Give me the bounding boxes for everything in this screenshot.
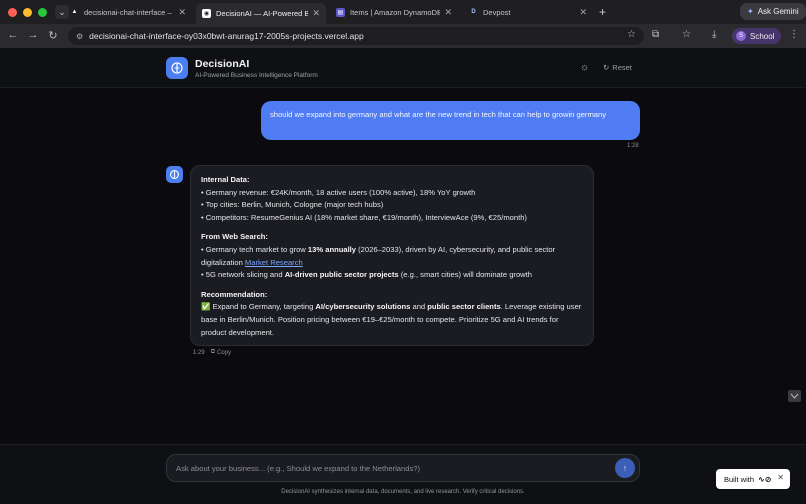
internal-data-section: Internal Data: • Germany revenue: €24K/m… (201, 174, 583, 225)
list-item: • Competitors: ResumeGenius AI (18% mark… (201, 213, 527, 223)
tab-dynamodb[interactable]: ▤ Items | Amazon DynamoDB M ✕ (330, 3, 458, 21)
devpost-icon: D (471, 9, 476, 15)
window-controls (8, 7, 47, 17)
market-research-link[interactable]: Market Research (245, 258, 303, 267)
avatar: S (736, 31, 746, 41)
reset-icon: ↻ (603, 63, 610, 72)
extensions-icon[interactable]: ⧉ (652, 29, 659, 40)
tab-decisionai[interactable]: ◉ DecisionAI — AI-Powered Bu ✕ (196, 3, 326, 24)
forward-icon[interactable]: → (26, 29, 40, 41)
user-message-time: 1:28 (627, 143, 639, 149)
close-tab-icon[interactable]: ✕ (178, 7, 186, 18)
close-badge-icon[interactable]: ✕ (777, 473, 784, 482)
page-subtitle: AI-Powered Business Intelligence Platfor… (195, 72, 318, 79)
bookmark-star-icon[interactable]: ☆ (627, 29, 636, 40)
recommendation-section: Recommendation: ✅ Expand to Germany, tar… (201, 289, 583, 340)
browser-toolbar: ← → ↻ ⚙ decisionai-chat-interface-oy03x0… (0, 24, 806, 48)
theme-toggle-sun-icon[interactable]: ☼ (580, 62, 589, 73)
disclaimer-text: DecisionAI synthesizes internal data, do… (281, 489, 525, 495)
reload-icon[interactable]: ↻ (46, 29, 60, 42)
minimize-window-button[interactable] (23, 7, 32, 17)
chat-composer (166, 454, 640, 482)
web-search-section: From Web Search: • Germany tech market t… (201, 231, 583, 282)
assistant-message-meta: 1:29 ⧉ Copy (193, 349, 231, 356)
address-bar[interactable]: ⚙ decisionai-chat-interface-oy03x0bwt-an… (68, 27, 644, 45)
page-title: DecisionAI (195, 58, 250, 70)
assistant-message-bubble: Internal Data: • Germany revenue: €24K/m… (190, 165, 594, 346)
built-with-badge[interactable]: Built with ∿⊘ ✕ (716, 469, 790, 489)
gemini-sparkle-icon: ✦ (747, 7, 754, 16)
close-tab-icon[interactable]: ✕ (444, 7, 452, 18)
dynamodb-icon: ▤ (336, 7, 345, 17)
close-tab-icon[interactable]: ✕ (579, 7, 587, 18)
triangle-icon: ▲ (71, 9, 78, 15)
assistant-message-time: 1:29 (193, 349, 205, 356)
maximize-window-button[interactable] (38, 7, 47, 17)
copy-icon: ⧉ (210, 349, 215, 355)
bookmarks-icon[interactable]: ☆ (682, 29, 691, 40)
reset-button[interactable]: ↻ Reset (603, 63, 632, 72)
download-icon[interactable]: ⤓ (712, 29, 716, 40)
app-icon: ◉ (202, 9, 211, 18)
list-item: • 5G network slicing and AI-driven publi… (201, 270, 532, 280)
recommendation-text: ✅ Expand to Germany, targeting AI/cybers… (201, 302, 582, 337)
copy-button[interactable]: ⧉ Copy (211, 349, 231, 356)
list-item: • Top cities: Berlin, Munich, Cologne (m… (201, 200, 384, 210)
assistant-avatar-icon (166, 166, 183, 183)
ask-gemini-button[interactable]: ✦ Ask Gemini (740, 3, 806, 20)
close-window-button[interactable] (8, 7, 17, 17)
back-icon[interactable]: ← (6, 29, 20, 41)
profile-button[interactable]: S School (732, 28, 782, 44)
site-info-icon[interactable]: ⚙ (76, 32, 83, 41)
tab-vercel[interactable]: ▲ decisionai-chat-interface – D ✕ (64, 3, 192, 21)
send-button[interactable]: ↑ (615, 458, 635, 478)
chat-input[interactable] (176, 461, 606, 476)
tab-devpost[interactable]: D Devpost ✕ (463, 3, 593, 21)
new-tab-button[interactable]: + (599, 5, 606, 19)
user-message-bubble: should we expand into germany and what a… (261, 101, 640, 140)
close-tab-icon[interactable]: ✕ (312, 8, 320, 19)
bolt-logo-icon: ∿⊘ (758, 474, 772, 484)
logo-icon (166, 57, 188, 79)
app-header: DecisionAI AI-Powered Business Intellige… (0, 48, 806, 88)
list-item: • Germany tech market to grow 13% annual… (201, 245, 556, 267)
url-text: decisionai-chat-interface-oy03x0bwt-anur… (89, 31, 364, 41)
arrow-up-icon: ↑ (622, 463, 628, 473)
more-menu-icon[interactable]: ⋮ (789, 29, 799, 40)
side-widget-icon[interactable] (788, 390, 801, 402)
list-item: • Germany revenue: €24K/month, 18 active… (201, 187, 476, 197)
